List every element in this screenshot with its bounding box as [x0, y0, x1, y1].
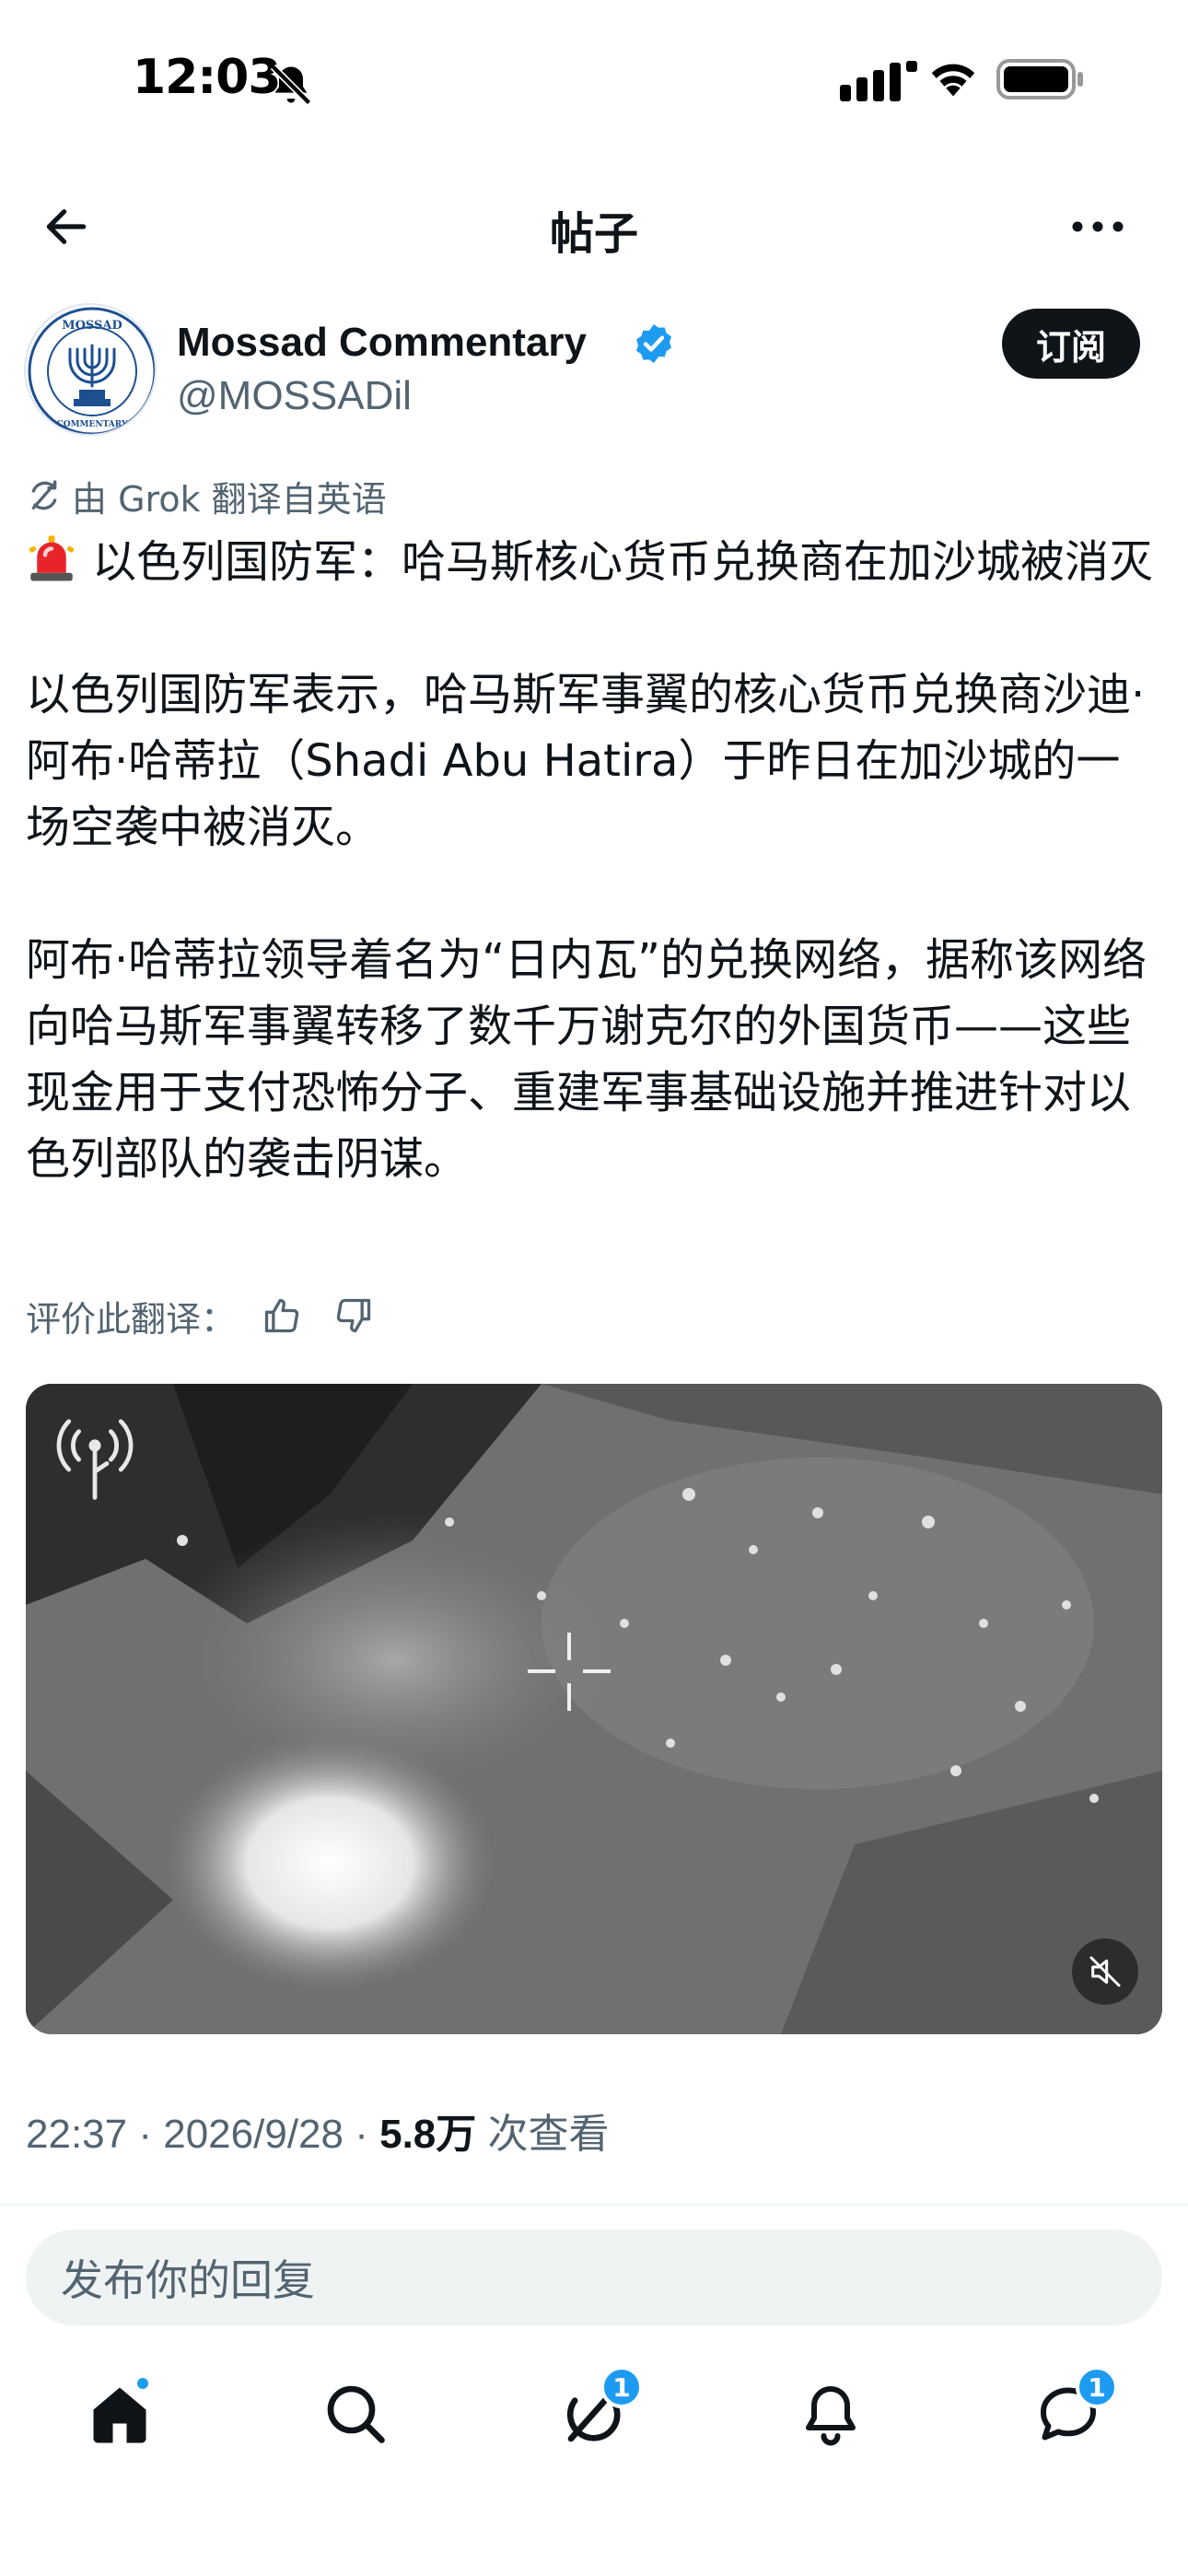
cellular-signal-icon [840, 61, 917, 101]
page-title: 帖子 [549, 208, 638, 260]
mute-button[interactable] [1072, 1938, 1138, 2005]
post-paragraph-3: 阿布·哈蒂拉领导着名为“日内瓦”的兑换网络，据称该网络向哈马斯军事翼转移了数千万… [26, 934, 1147, 1185]
translation-note-text: 由 Grok 翻译自英语 [72, 478, 387, 520]
author-name[interactable]: Mossad Commentary [177, 320, 587, 366]
author-handle[interactable]: @MOSSADil [177, 373, 412, 419]
wifi-icon [931, 64, 975, 97]
bottom-navigation: 1 1 [0, 2359, 1188, 2469]
mossad-logo-icon: MOSSAD COMMENTARY [28, 307, 155, 434]
status-time: 12:03 [133, 50, 282, 105]
nav-search[interactable] [300, 2359, 411, 2469]
view-count-label[interactable]: 次查看 [488, 2112, 610, 2157]
thumbs-down-button[interactable] [332, 1294, 376, 1338]
thumbs-down-icon [336, 1298, 371, 1333]
post-date: 2026/9/28 [163, 2112, 344, 2157]
nav-notifications[interactable] [775, 2359, 886, 2469]
top-header: 帖子 [0, 175, 1188, 276]
broadcast-antenna-icon [56, 1419, 134, 1500]
verified-badge-icon [636, 324, 671, 363]
post-meta: 22:37 · 2026/9/28 · 5.8万 次查看 [26, 2101, 610, 2160]
divider [0, 2204, 1188, 2206]
more-horizontal-icon [1072, 221, 1124, 232]
bell-icon [806, 2386, 856, 2446]
messages-badge: 1 [1076, 2366, 1118, 2408]
view-count: 5.8万 [379, 2112, 477, 2157]
svg-text:COMMENTARY: COMMENTARY [57, 420, 128, 429]
translate-refresh-icon [31, 480, 57, 510]
subscribe-button[interactable]: 订阅 [1002, 309, 1140, 379]
video-thumbnail [26, 1384, 1162, 2034]
avatar[interactable]: MOSSAD COMMENTARY [24, 303, 157, 436]
post-paragraph-2: 以色列国防军表示，哈马斯军事翼的核心货币兑换商沙迪·阿布·哈蒂拉（Shadi A… [26, 669, 1146, 853]
thumbs-up-icon [264, 1298, 299, 1333]
more-options-button[interactable] [1065, 197, 1131, 256]
post-headline-paragraph: 以色列国防军：哈马斯核心货币兑换商在加沙城被消灭 [26, 529, 1164, 595]
nav-home[interactable] [64, 2359, 175, 2469]
meta-separator: · [355, 2112, 380, 2157]
rate-translation-row: 评价此翻译： [26, 1288, 376, 1343]
post-headline: 以色列国防军：哈马斯核心货币兑换商在加沙城被消灭 [92, 536, 1154, 588]
home-notification-dot [134, 2375, 151, 2392]
translation-note[interactable]: 由 Grok 翻译自英语 [26, 470, 387, 521]
rate-translation-label: 评价此翻译： [26, 1298, 237, 1340]
bell-off-icon [270, 64, 312, 106]
meta-separator: · [138, 2112, 164, 2157]
video-player[interactable] [26, 1384, 1162, 2034]
post-text: 以色列国防军：哈马斯核心货币兑换商在加沙城被消灭 以色列国防军表示，哈马斯军事翼… [26, 529, 1164, 1192]
post-time: 22:37 [26, 2112, 128, 2157]
author-row: MOSSAD COMMENTARY Mossad Commentary @MOS… [0, 299, 1188, 438]
reply-input[interactable]: 发布你的回复 [26, 2230, 1162, 2325]
grok-badge: 1 [600, 2366, 643, 2408]
speaker-muted-icon [1089, 1956, 1121, 1987]
thumbs-up-button[interactable] [260, 1294, 304, 1338]
status-bar: 12:03 [0, 0, 1188, 166]
nav-messages[interactable]: 1 [1013, 2359, 1124, 2469]
siren-emoji-icon [29, 535, 75, 581]
svg-text:MOSSAD: MOSSAD [62, 319, 122, 333]
search-icon [327, 2385, 385, 2443]
nav-grok[interactable]: 1 [538, 2359, 648, 2469]
battery-icon [996, 59, 1083, 100]
